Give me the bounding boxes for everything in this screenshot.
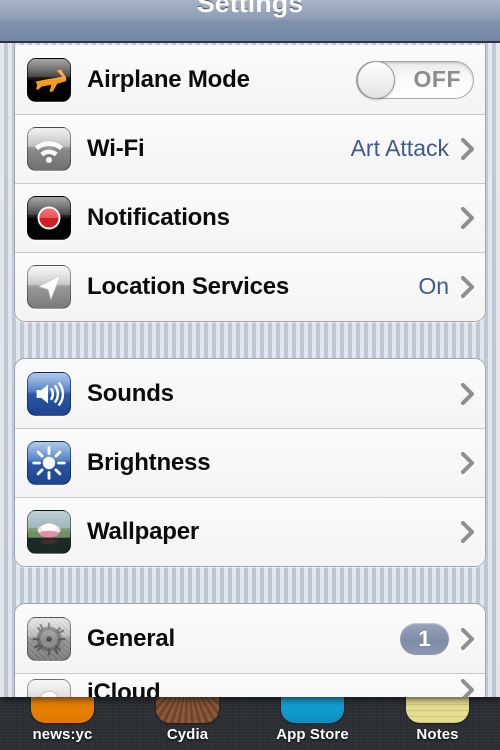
- row-control-airplane-mode: OFF: [356, 61, 474, 99]
- row-icloud[interactable]: iCloud: [15, 673, 485, 697]
- location-services-value: On: [418, 273, 449, 300]
- brightness-icon: [27, 441, 71, 485]
- chevron-right-icon: [461, 521, 474, 543]
- row-airplane-mode[interactable]: Airplane Mode OFF: [15, 45, 485, 114]
- row-wifi[interactable]: Wi-Fi Art Attack: [15, 114, 485, 183]
- sounds-icon: [27, 372, 71, 416]
- chevron-right-icon: [461, 138, 474, 160]
- row-label-general: General: [87, 625, 175, 653]
- row-brightness[interactable]: Brightness: [15, 428, 485, 497]
- location-icon: [27, 265, 71, 309]
- row-control-location-services: On: [418, 273, 474, 300]
- row-control-wallpaper: [449, 521, 474, 543]
- settings-app-window: Settings Airplane Mode OFF: [0, 0, 500, 697]
- dock-label-app-store: App Store: [276, 726, 349, 743]
- icloud-icon: [27, 679, 71, 697]
- row-label-icloud: iCloud: [87, 679, 160, 697]
- navigation-bar: Settings: [0, 0, 500, 43]
- general-icon: [27, 617, 71, 661]
- row-label-sounds: Sounds: [87, 380, 174, 408]
- general-badge: 1: [400, 623, 449, 655]
- chevron-right-icon: [461, 383, 474, 405]
- dock: news:yc Cydia App Store Notes: [0, 688, 500, 750]
- row-location-services[interactable]: Location Services On: [15, 252, 485, 321]
- row-label-wifi: Wi-Fi: [87, 135, 144, 163]
- wifi-icon: [27, 127, 71, 171]
- row-label-brightness: Brightness: [87, 449, 210, 477]
- toggle-knob[interactable]: [357, 61, 395, 99]
- row-label-wallpaper: Wallpaper: [87, 518, 199, 546]
- airplane-mode-toggle[interactable]: OFF: [356, 61, 474, 99]
- airplane-mode-toggle-label: OFF: [414, 66, 462, 93]
- chevron-right-icon: [461, 452, 474, 474]
- row-notifications[interactable]: Notifications: [15, 183, 485, 252]
- chevron-right-icon: [461, 207, 474, 229]
- row-label-airplane-mode: Airplane Mode: [87, 66, 250, 94]
- settings-group-display: Sounds: [14, 358, 486, 567]
- airplane-icon: [27, 58, 71, 102]
- row-control-sounds: [449, 383, 474, 405]
- settings-group-system: General 1 iCloud: [14, 603, 486, 697]
- row-control-notifications: [449, 207, 474, 229]
- chevron-right-icon: [461, 679, 474, 697]
- row-control-wifi: Art Attack: [351, 135, 474, 162]
- page-title: Settings: [197, 0, 304, 17]
- chevron-right-icon: [461, 628, 474, 650]
- chevron-right-icon: [461, 276, 474, 298]
- wifi-network-value: Art Attack: [351, 135, 449, 162]
- settings-group-connectivity: Airplane Mode OFF Wi-Fi: [14, 45, 486, 322]
- row-control-icloud: [449, 679, 474, 697]
- settings-list[interactable]: Airplane Mode OFF Wi-Fi: [0, 45, 500, 697]
- dock-label-notes: Notes: [416, 726, 458, 743]
- row-control-brightness: [449, 452, 474, 474]
- row-control-general: 1: [400, 623, 474, 655]
- row-general[interactable]: General 1: [15, 604, 485, 673]
- notifications-icon: [27, 196, 71, 240]
- row-sounds[interactable]: Sounds: [15, 359, 485, 428]
- dock-label-cydia: Cydia: [167, 726, 208, 743]
- row-wallpaper[interactable]: Wallpaper: [15, 497, 485, 566]
- wallpaper-icon: [27, 510, 71, 554]
- row-label-location-services: Location Services: [87, 273, 289, 301]
- row-label-notifications: Notifications: [87, 204, 230, 232]
- dock-label-news-yc: news:yc: [33, 726, 93, 743]
